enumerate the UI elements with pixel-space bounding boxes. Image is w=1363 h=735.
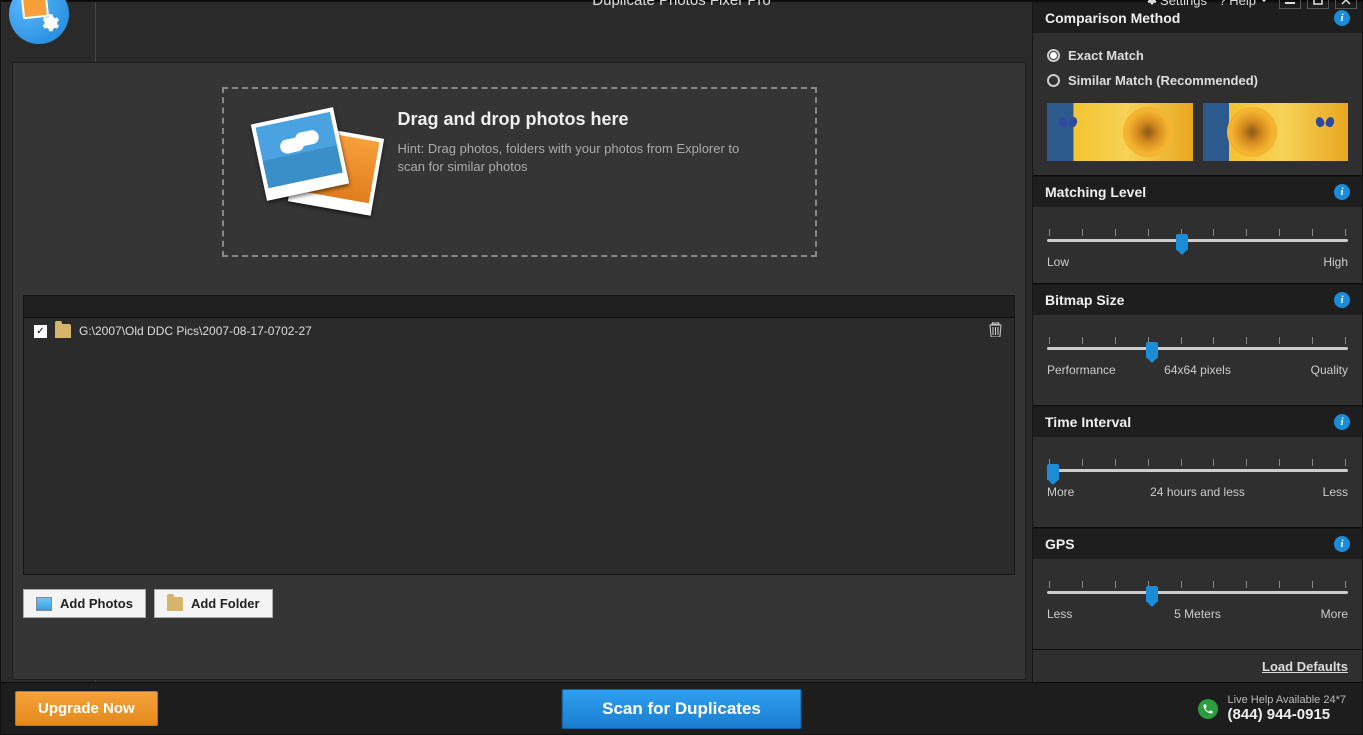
bitmap-perf-label: Performance <box>1047 363 1116 377</box>
time-value-label: 24 hours and less <box>1150 485 1245 499</box>
time-less-label: Less <box>1323 485 1348 499</box>
live-help-text: Live Help Available 24*7 <box>1228 694 1346 706</box>
folder-icon <box>167 597 183 611</box>
trash-icon[interactable] <box>989 322 1002 340</box>
info-icon[interactable]: i <box>1334 184 1350 200</box>
info-icon[interactable]: i <box>1334 10 1350 26</box>
bitmap-qual-label: Quality <box>1311 363 1348 377</box>
file-row[interactable]: ✓ G:\2007\Old DDC Pics\2007-08-17-0702-2… <box>24 318 1014 344</box>
matching-level-slider[interactable] <box>1047 229 1348 247</box>
help-question-icon: ? <box>1219 0 1226 8</box>
minimize-button[interactable] <box>1279 0 1301 9</box>
live-help-block[interactable]: Live Help Available 24*7 (844) 944-0915 <box>1198 694 1346 723</box>
file-list-header <box>24 296 1014 318</box>
phone-number: (844) 944-0915 <box>1228 706 1346 723</box>
matching-level-title: Matching Level <box>1045 184 1146 200</box>
dropzone-hint: Hint: Drag photos, folders with your pho… <box>398 140 758 176</box>
radio-similar-match[interactable]: Similar Match (Recommended) <box>1047 68 1348 93</box>
info-icon[interactable]: i <box>1334 536 1350 552</box>
load-defaults-link[interactable]: Load Defaults <box>1262 659 1348 674</box>
add-folder-label: Add Folder <box>191 596 260 611</box>
file-path: G:\2007\Old DDC Pics\2007-08-17-0702-27 <box>79 324 312 338</box>
titlebar: Duplicate Photos Fixer Pro Settings ? He… <box>0 0 1363 1</box>
file-checkbox[interactable]: ✓ <box>34 325 47 338</box>
radio-icon <box>1047 74 1060 87</box>
add-folder-button[interactable]: Add Folder <box>154 589 273 618</box>
comparison-method-title: Comparison Method <box>1045 10 1180 26</box>
bitmap-size-slider[interactable]: 64x64 pixels <box>1047 337 1348 355</box>
time-interval-title: Time Interval <box>1045 414 1131 430</box>
gps-more-label: More <box>1321 607 1348 621</box>
bitmap-size-header: Bitmap Size i <box>1033 285 1362 315</box>
gps-header: GPS i <box>1033 529 1362 559</box>
settings-button[interactable]: Settings <box>1141 0 1211 10</box>
radio-icon <box>1047 49 1060 62</box>
gps-less-label: Less <box>1047 607 1072 621</box>
help-button[interactable]: ? Help <box>1215 0 1273 10</box>
time-interval-slider[interactable]: 24 hours and less <box>1047 459 1348 477</box>
phone-icon <box>1198 699 1218 719</box>
bitmap-value-label: 64x64 pixels <box>1164 363 1231 377</box>
dropzone-heading: Drag and drop photos here <box>398 109 758 130</box>
settings-label: Settings <box>1160 0 1207 8</box>
exact-match-label: Exact Match <box>1068 48 1144 63</box>
gear-icon <box>1145 0 1157 6</box>
gps-title: GPS <box>1045 536 1075 552</box>
matching-high-label: High <box>1323 255 1348 269</box>
app-title: Duplicate Photos Fixer Pro <box>592 0 770 9</box>
matching-level-header: Matching Level i <box>1033 177 1362 207</box>
time-more-label: More <box>1047 485 1074 499</box>
similar-match-label: Similar Match (Recommended) <box>1068 73 1258 88</box>
close-button[interactable] <box>1335 0 1357 9</box>
dropzone-thumbnail-icon <box>252 109 372 219</box>
file-list: ✓ G:\2007\Old DDC Pics\2007-08-17-0702-2… <box>23 295 1015 575</box>
central-panel: Drag and drop photos here Hint: Drag pho… <box>12 62 1026 680</box>
sample-image-left <box>1047 103 1193 161</box>
folder-icon <box>55 324 71 338</box>
scan-button[interactable]: Scan for Duplicates <box>561 689 802 729</box>
dropzone[interactable]: Drag and drop photos here Hint: Drag pho… <box>222 87 817 257</box>
comparison-preview <box>1047 103 1348 161</box>
app-logo <box>9 0 69 44</box>
gps-slider[interactable]: 5 Meters <box>1047 581 1348 599</box>
maximize-button[interactable] <box>1307 0 1329 9</box>
gps-value-label: 5 Meters <box>1174 607 1221 621</box>
info-icon[interactable]: i <box>1334 414 1350 430</box>
photo-icon <box>36 597 52 611</box>
time-interval-header: Time Interval i <box>1033 407 1362 437</box>
help-label: Help <box>1229 0 1256 8</box>
add-photos-label: Add Photos <box>60 596 133 611</box>
info-icon[interactable]: i <box>1334 292 1350 308</box>
sample-image-right <box>1203 103 1349 161</box>
matching-low-label: Low <box>1047 255 1069 269</box>
radio-exact-match[interactable]: Exact Match <box>1047 43 1348 68</box>
bitmap-size-title: Bitmap Size <box>1045 292 1124 308</box>
chevron-down-icon <box>1259 0 1269 5</box>
add-photos-button[interactable]: Add Photos <box>23 589 146 618</box>
footer: Upgrade Now Scan for Duplicates Live Hel… <box>1 682 1362 734</box>
upgrade-button[interactable]: Upgrade Now <box>15 691 158 726</box>
sidebar: Comparison Method i Exact Match Similar … <box>1032 2 1362 682</box>
